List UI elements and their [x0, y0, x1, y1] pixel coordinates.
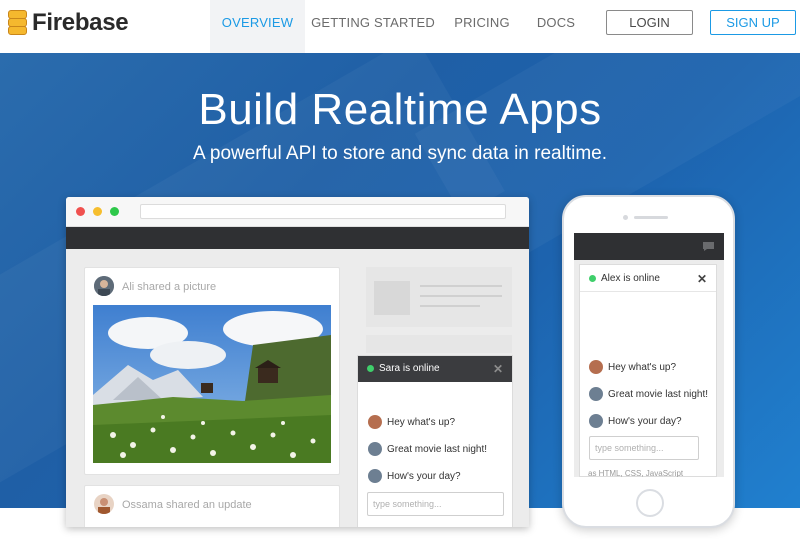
chat-message: How's your day? — [368, 469, 461, 483]
feed-post: Ali shared a picture — [84, 267, 340, 475]
chat-message: Great movie last night! — [368, 442, 487, 456]
message-text: Great movie last night! — [608, 388, 709, 400]
chat-message: Hey what's up? — [368, 415, 455, 429]
avatar — [368, 415, 382, 429]
chat-message: How's your day? — [589, 414, 682, 428]
message-text: Hey what's up? — [387, 416, 456, 428]
browser-mockup: Ali shared a picture Ossama shared an up… — [66, 197, 529, 527]
message-text: How's your day? — [608, 415, 682, 427]
placeholder-card — [366, 267, 512, 327]
avatar — [368, 469, 382, 483]
app-header-bar — [574, 233, 724, 260]
post-author-text: Ossama shared an update — [122, 499, 252, 511]
chat-widget: Sara is online ✕ Hey what's up? Great mo… — [357, 355, 513, 527]
firebase-logo[interactable]: Firebase — [8, 8, 129, 38]
avatar — [94, 494, 114, 514]
window-maximize-dot — [110, 207, 119, 216]
chat-widget: Alex is online ✕ Hey what's up? Great mo… — [579, 264, 717, 477]
database-icon — [8, 10, 27, 36]
placeholder-card — [366, 335, 512, 353]
nav-overview[interactable]: OVERVIEW — [210, 0, 305, 53]
online-status-icon — [367, 365, 374, 372]
feed-post: Ossama shared an update — [84, 485, 340, 527]
nav-getting-started[interactable]: GETTING STARTED — [311, 0, 435, 53]
chat-message: Hey what's up? — [589, 360, 676, 374]
message-text: Great movie last night! — [387, 443, 488, 455]
top-navbar: Firebase OVERVIEW GETTING STARTED PRICIN… — [0, 0, 800, 53]
phone-mockup: Alex is online ✕ Hey what's up? Great mo… — [562, 195, 735, 528]
avatar — [589, 360, 603, 374]
message-text: How's your day? — [387, 470, 461, 482]
avatar — [589, 387, 603, 401]
signup-button[interactable]: SIGN UP — [710, 10, 796, 35]
hero-subtitle: A powerful API to store and sync data in… — [192, 143, 607, 164]
avatar — [94, 276, 114, 296]
login-button[interactable]: LOGIN — [606, 10, 693, 35]
chat-header: Alex is online ✕ — [580, 265, 716, 292]
browser-titlebar — [66, 197, 529, 227]
app-header-bar — [66, 227, 529, 249]
close-icon[interactable]: ✕ — [697, 272, 707, 286]
phone-footer-text: as HTML, CSS, JavaScript — [588, 469, 684, 477]
nav-pricing[interactable]: PRICING — [449, 0, 515, 53]
window-close-dot — [76, 207, 85, 216]
url-bar — [140, 204, 506, 219]
phone-camera — [623, 215, 628, 220]
brand-name: Firebase — [32, 9, 129, 36]
avatar — [589, 414, 603, 428]
chat-status-text: Alex is online — [601, 273, 660, 284]
nav-docs[interactable]: DOCS — [530, 0, 582, 53]
chat-input[interactable]: type something... — [589, 436, 699, 460]
post-author-text: Ali shared a picture — [122, 281, 217, 293]
window-minimize-dot — [93, 207, 102, 216]
avatar — [368, 442, 382, 456]
home-button — [636, 489, 664, 517]
browser-content: Ali shared a picture Ossama shared an up… — [66, 249, 529, 527]
phone-speaker — [634, 216, 668, 219]
chat-bubble-icon — [703, 242, 714, 251]
chat-message: Great movie last night! — [589, 387, 708, 401]
chat-header: Sara is online ✕ — [358, 356, 512, 382]
message-text: Hey what's up? — [608, 361, 677, 373]
chat-input[interactable]: type something... — [367, 492, 504, 516]
online-status-icon — [589, 275, 596, 282]
shared-photo — [93, 305, 331, 463]
close-icon[interactable]: ✕ — [493, 362, 503, 376]
chat-status-text: Sara is online — [379, 363, 440, 374]
hero-title: Build Realtime Apps — [198, 85, 602, 134]
phone-screen: Alex is online ✕ Hey what's up? Great mo… — [574, 233, 724, 477]
